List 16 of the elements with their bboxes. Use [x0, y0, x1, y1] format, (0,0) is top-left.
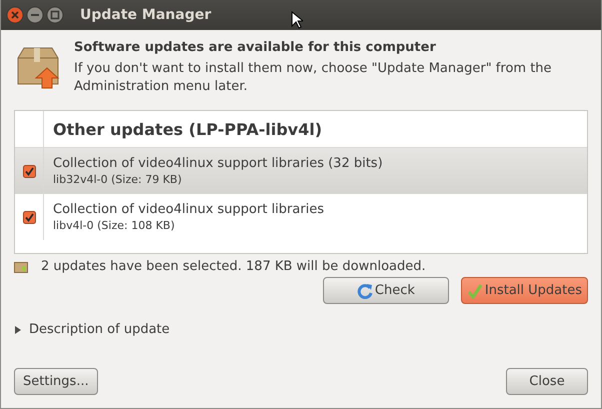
header-description: If you don't want to install them now, choose "Update Manager" from the Administration menu later. — [74, 60, 553, 96]
window-title: Update Manager — [80, 7, 212, 23]
update-row[interactable]: Collection of video4linux support libraries (32 bits) lib32v4l-0 (Size: 79 KB) — [15, 148, 587, 194]
close-button[interactable]: Close — [506, 368, 588, 395]
update-name: Collection of video4linux support libraries — [53, 202, 324, 217]
package-size: libv4l-0 (Size: 108 KB) — [53, 219, 176, 232]
check-button[interactable]: Check — [322, 277, 449, 304]
update-row[interactable]: Collection of video4linux support libraries libv4l-0 (Size: 108 KB) — [15, 194, 587, 240]
header-title: Software updates are available for this computer — [74, 40, 437, 55]
package-size: lib32v4l-0 (Size: 79 KB) — [53, 173, 183, 186]
update-name: Collection of video4linux support libraries (32 bits) — [53, 156, 383, 171]
settings-button[interactable]: Settings... — [14, 368, 98, 395]
group-header: Other updates (LP-PPA-libv4l) — [53, 120, 322, 138]
status-text: 2 updates have been selected. 187 KB will be downloaded. — [41, 259, 426, 274]
install-updates-button[interactable]: Install Updates — [460, 277, 588, 304]
description-expander[interactable]: Description of update — [14, 322, 170, 337]
